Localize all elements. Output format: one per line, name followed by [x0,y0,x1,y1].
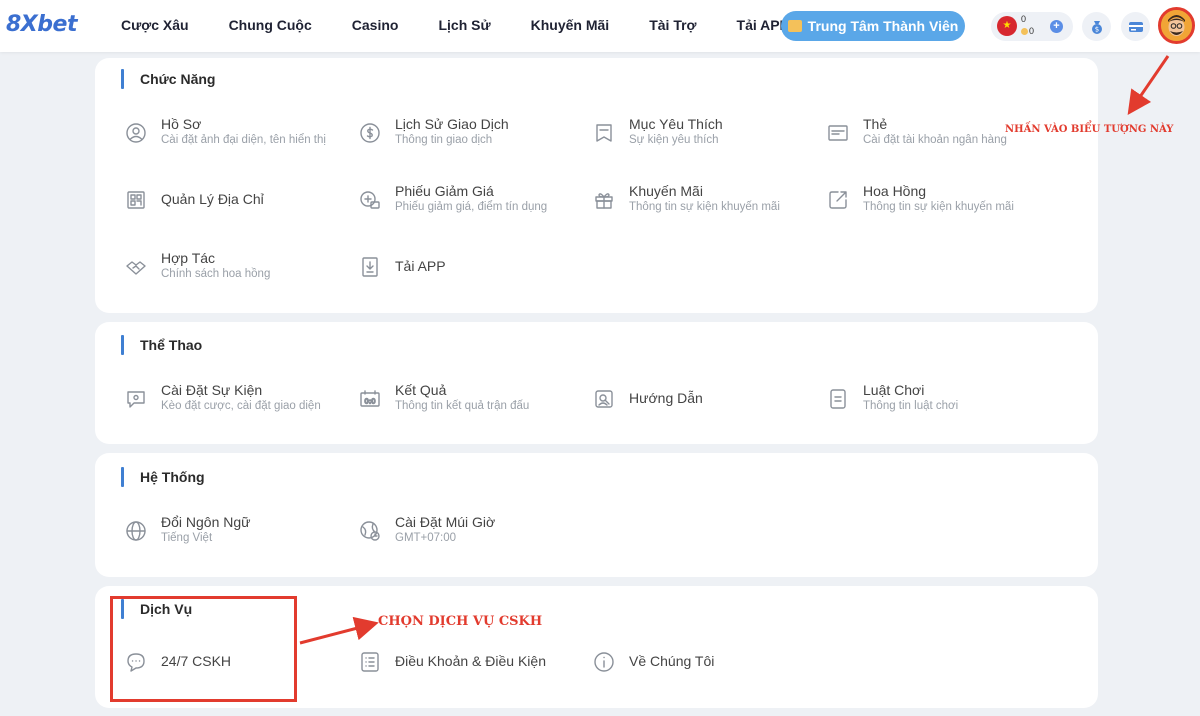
item-sub: GMT+07:00 [395,532,457,544]
item-sub: Tiếng Việt [161,532,213,544]
cskh-highlight-box [110,596,297,702]
section-title: Chức Năng [121,69,215,89]
item-label: Cài Đặt Múi Giờ [395,514,496,530]
dollar-circle-icon [360,123,380,143]
item-label: Luật Chơi [863,382,925,398]
top-navigation-bar: 8Xbet Cược Xâu Chung Cuộc Casino Lịch Sử… [0,0,1200,52]
vietnam-flag-icon: ★ [997,16,1017,36]
gift-icon [595,193,613,209]
coin-icon [1021,28,1028,36]
nav-casino[interactable]: Casino [352,17,399,33]
service-instruction-note: CHỌN DỊCH VỤ CSKH [378,614,543,629]
svg-text:$: $ [1094,25,1098,33]
avatar-icon [1161,10,1192,41]
item-label: Khuyến Mãi [629,183,703,199]
timezone-icon [360,521,380,541]
bookmark-icon [596,124,612,142]
avatar-instruction-note: NHẤN VÀO BIỂU TƯỢNG NÀY [1005,124,1174,135]
wallet-balance[interactable]: ★ 0 0 + [991,12,1073,41]
section-title: Hệ Thống [121,467,205,487]
item-sub: Cài đặt ảnh đại diện, tên hiển thị [161,134,326,146]
brand-logo[interactable]: 8Xbet [6,12,77,37]
user-avatar-button[interactable] [1158,7,1195,44]
member-center-label: Trung Tâm Thành Viên [807,18,959,34]
deposit-plus-button[interactable]: + [1050,20,1063,33]
crown-icon [787,20,802,32]
item-label: Kết Quả [395,382,447,398]
globe-icon [126,521,146,541]
item-sub: Phiếu giảm giá, điểm tín dụng [395,201,548,213]
scoreboard-icon: 0:0 [360,390,380,407]
coin-balance-row: 0 [1021,26,1034,36]
info-icon [594,652,614,672]
item-label: Tải APP [395,258,446,274]
share-icon [829,191,847,209]
svg-text:0:0: 0:0 [364,398,375,406]
card-icon [828,125,848,141]
coin-balance-value: 0 [1029,26,1035,36]
download-icon [362,257,378,277]
item-label: Hồ Sơ [161,116,202,132]
item-sub: Chính sách hoa hồng [161,268,271,280]
list-icon [361,652,379,672]
nav-chung-cuoc[interactable]: Chung Cuộc [229,17,312,33]
avatar-arrow [1127,55,1170,115]
qr-code-icon [127,191,145,209]
item-sub: Cài đặt tài khoản ngân hàng [863,134,1007,146]
money-bag-icon: $ [1091,20,1102,34]
item-sub: Kèo đặt cược, cài đặt giao diện [161,400,321,412]
settings-chat-icon [127,391,145,408]
item-label: Cài Đặt Sự Kiện [161,382,263,398]
item-label: Điều Khoản & Điều Kiện [395,653,546,669]
item-sub: Thông tin giao dịch [395,134,493,146]
guide-icon [595,390,613,408]
item-label: Hợp Tác [161,250,216,266]
item-sub: Sự kiện yêu thích [629,134,719,146]
item-label: Quản Lý Địa Chỉ [161,191,264,207]
member-center-button[interactable]: Trung Tâm Thành Viên [781,11,965,41]
item-label: Mục Yêu Thích [629,116,723,132]
item-label: Hoa Hồng [863,183,927,199]
item-label: Hướng Dẫn [629,390,703,406]
item-sub: Thông tin kết quả trận đấu [395,400,530,412]
user-icon [126,123,146,143]
item-label: Đổi Ngôn Ngữ [161,514,251,530]
item-sub: Thông tin luật chơi [863,400,959,412]
item-label: Lịch Sử Giao Dịch [395,116,509,132]
nav-lich-su[interactable]: Lịch Sử [438,17,490,33]
nav-tai-tro[interactable]: Tài Trợ [649,17,696,33]
bank-card-icon [1128,21,1143,32]
section-the-thao: Thể Thao Cài Đặt Sự Kiện Kèo đặt cược, c… [95,322,1098,444]
section-he-thong: Hệ Thống Đổi Ngôn Ngữ Tiếng Việt Cài Đặt… [95,453,1098,577]
handshake-icon [126,261,146,275]
item-sub: Thông tin sự kiện khuyến mãi [863,201,1014,213]
nav-cuoc-xau[interactable]: Cược Xâu [121,17,189,33]
item-label: Về Chúng Tôi [629,653,715,669]
item-label: Phiếu Giảm Giá [395,183,494,199]
balance-value: 0 [1021,14,1027,24]
money-bag-button[interactable]: $ [1082,12,1111,41]
item-sub: Thông tin sự kiện khuyến mãi [629,201,780,213]
main-nav: Cược Xâu Chung Cuộc Casino Lịch Sử Khuyế… [121,17,789,33]
rules-icon [830,389,846,409]
section-chuc-nang: Chức Năng Hồ Sơ Cài đặt ảnh đại diện, tê… [95,58,1098,313]
card-button[interactable] [1121,12,1150,41]
section-title: Thể Thao [121,335,202,355]
coupon-icon [360,191,380,209]
nav-khuyen-mai[interactable]: Khuyến Mãi [531,17,610,33]
item-label: Thẻ [863,116,888,132]
